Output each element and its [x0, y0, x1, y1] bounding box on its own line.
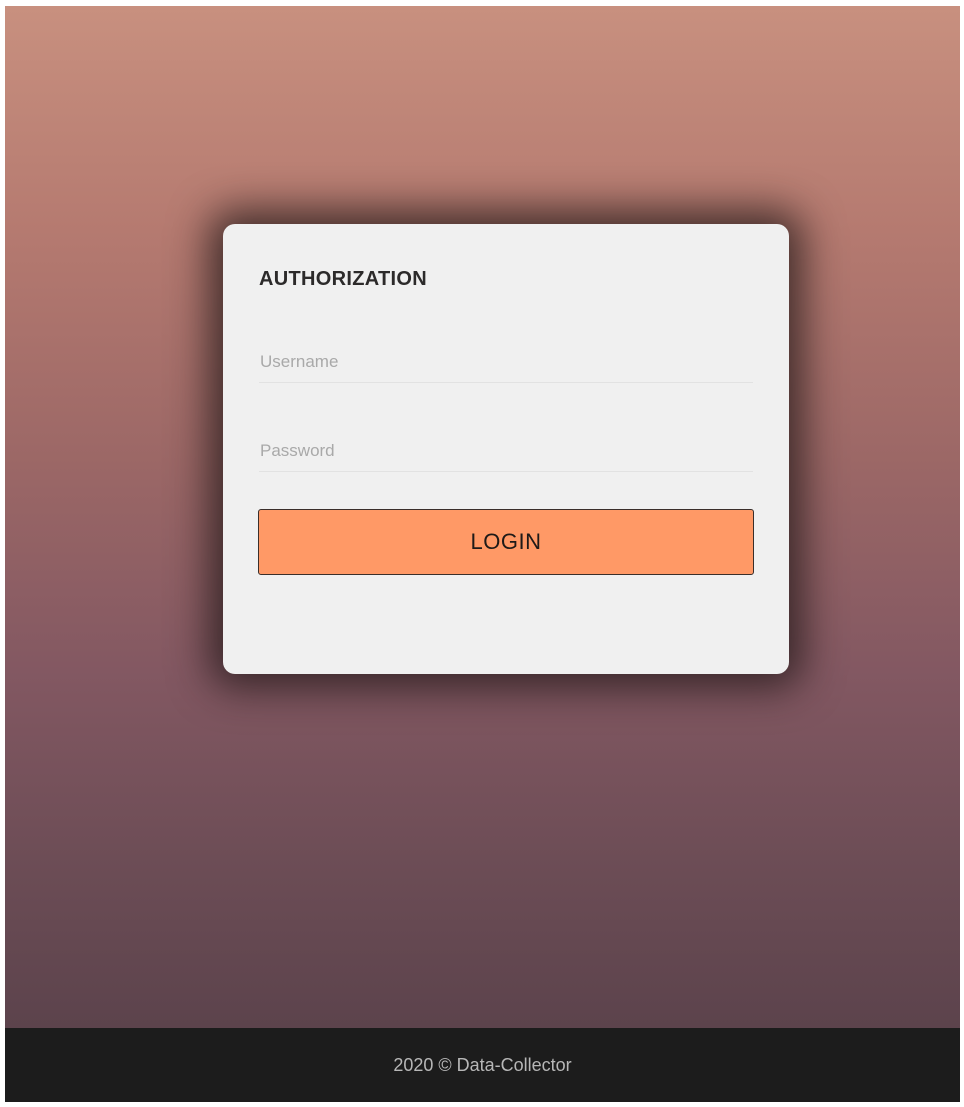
card-title: AUTHORIZATION — [259, 268, 427, 290]
login-button[interactable]: LOGIN — [258, 509, 754, 575]
login-card: AUTHORIZATION LOGIN — [223, 224, 789, 674]
footer-copyright: 2020 © Data-Collector — [393, 1054, 572, 1075]
login-page: AUTHORIZATION LOGIN 2020 © Data-Collecto… — [5, 6, 960, 1102]
footer: 2020 © Data-Collector — [5, 1028, 960, 1102]
password-input[interactable] — [259, 430, 753, 472]
username-input[interactable] — [259, 341, 753, 383]
